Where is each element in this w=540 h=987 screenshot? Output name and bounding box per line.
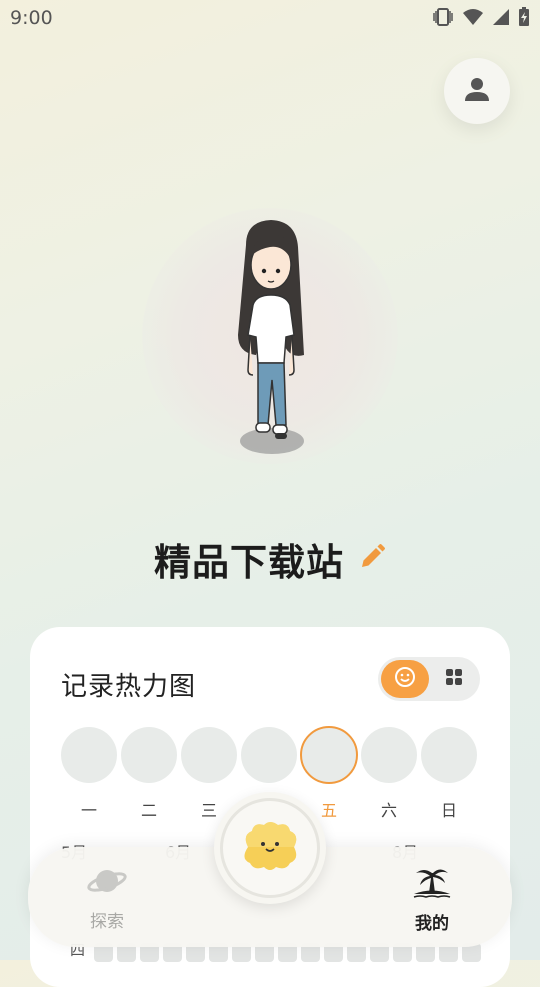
weekday-label: 日 (440, 801, 457, 820)
status-time: 9:00 (10, 7, 53, 29)
day-circle-tue[interactable] (121, 727, 177, 783)
grid-icon (445, 668, 463, 690)
view-toggle[interactable] (378, 657, 480, 701)
day-circle-mon[interactable] (61, 727, 117, 783)
signal-icon (492, 8, 510, 30)
day-circle-sun[interactable] (421, 727, 477, 783)
battery-charging-icon (518, 7, 530, 31)
nav-explore[interactable]: 探索 (47, 865, 167, 932)
planet-icon (87, 865, 127, 901)
day-circle-sat[interactable] (361, 727, 417, 783)
day-circle-fri-today[interactable] (300, 726, 358, 784)
nav-mine-label: 我的 (415, 914, 449, 934)
toggle-grid-view[interactable] (432, 660, 476, 698)
avatar-character[interactable] (226, 215, 316, 460)
nav-mine[interactable]: 我的 (372, 865, 492, 934)
person-icon (463, 75, 491, 107)
weekday-label: 六 (380, 801, 397, 820)
profile-name: 精品下载站 (154, 541, 344, 584)
wifi-icon (462, 8, 484, 30)
status-bar: 9:00 (0, 0, 540, 36)
vibrate-icon (432, 7, 454, 31)
fluffy-mascot-icon (238, 819, 302, 877)
day-circle-thu[interactable] (241, 727, 297, 783)
weekday-label: 二 (140, 801, 157, 820)
pencil-icon[interactable] (358, 543, 386, 575)
profile-button[interactable] (444, 58, 510, 124)
weekday-label: 一 (80, 801, 97, 820)
profile-name-row: 精品下载站 (0, 532, 540, 586)
center-action-button[interactable] (214, 792, 326, 904)
nav-explore-label: 探索 (90, 912, 124, 932)
palm-island-icon (412, 865, 452, 903)
toggle-mood-view[interactable] (381, 660, 429, 698)
heatmap-title: 记录热力图 (61, 672, 197, 702)
smile-icon (394, 666, 416, 692)
day-circle-wed[interactable] (181, 727, 237, 783)
